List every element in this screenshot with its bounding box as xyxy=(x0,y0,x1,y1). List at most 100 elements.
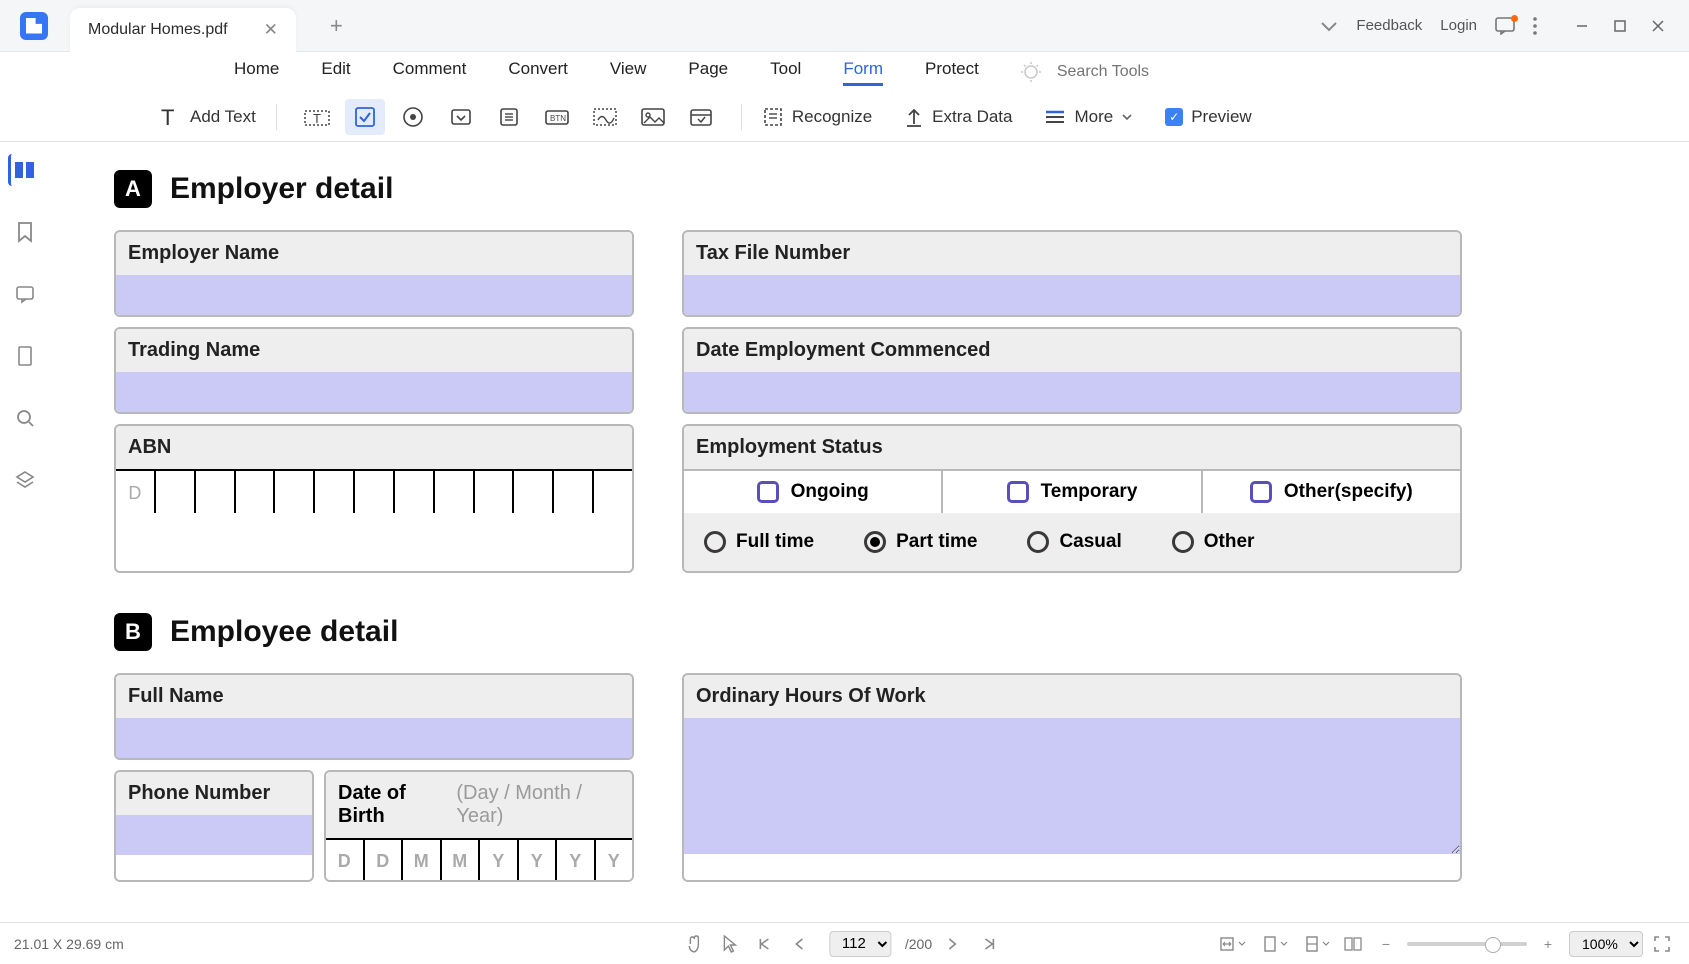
tax-file-label: Tax File Number xyxy=(684,232,1460,275)
abn-cell[interactable] xyxy=(594,471,632,513)
signature-tool[interactable] xyxy=(585,99,625,135)
text-field-tool[interactable]: T xyxy=(297,99,337,135)
time-option[interactable]: Other xyxy=(1172,531,1255,553)
status-option[interactable]: Temporary xyxy=(943,471,1202,513)
time-option[interactable]: Full time xyxy=(704,531,814,553)
abn-cell[interactable] xyxy=(196,471,236,513)
prev-page-icon[interactable] xyxy=(793,937,815,951)
select-tool-icon[interactable] xyxy=(721,934,743,954)
maximize-button[interactable] xyxy=(1603,12,1637,40)
close-button[interactable] xyxy=(1641,12,1675,40)
date-tool[interactable] xyxy=(681,99,721,135)
abn-cell[interactable] xyxy=(514,471,554,513)
abn-label: ABN xyxy=(116,426,632,469)
login-link[interactable]: Login xyxy=(1440,17,1477,34)
date-commenced-input[interactable] xyxy=(684,372,1460,412)
time-option[interactable]: Casual xyxy=(1027,531,1121,553)
abn-cell[interactable] xyxy=(435,471,475,513)
dropdown-tool[interactable] xyxy=(441,99,481,135)
abn-cell[interactable] xyxy=(156,471,196,513)
fit-page-icon[interactable] xyxy=(1259,932,1291,956)
add-text-button[interactable]: T Add Text xyxy=(158,105,256,129)
search-tools-input[interactable] xyxy=(1057,63,1237,81)
dob-cell[interactable]: Y xyxy=(557,840,596,880)
ordinary-hours-input[interactable] xyxy=(684,718,1460,854)
abn-cell[interactable]: D xyxy=(116,471,156,513)
minimize-button[interactable] xyxy=(1565,12,1599,40)
search-icon[interactable] xyxy=(9,402,41,434)
message-icon[interactable] xyxy=(1495,17,1515,35)
menu-item-tool[interactable]: Tool xyxy=(770,59,801,86)
abn-cell[interactable] xyxy=(355,471,395,513)
dob-cell[interactable]: Y xyxy=(480,840,519,880)
abn-cell[interactable] xyxy=(315,471,355,513)
two-page-icon[interactable] xyxy=(1343,936,1365,952)
listbox-tool[interactable] xyxy=(489,99,529,135)
abn-cell[interactable] xyxy=(395,471,435,513)
comment-icon[interactable] xyxy=(9,278,41,310)
abn-cell[interactable] xyxy=(554,471,594,513)
document-tab[interactable]: Modular Homes.pdf ✕ xyxy=(70,8,296,52)
fit-width-icon[interactable] xyxy=(1215,932,1249,956)
thumbnails-icon[interactable] xyxy=(8,154,40,186)
status-option[interactable]: Ongoing xyxy=(684,471,943,513)
layers-icon[interactable] xyxy=(9,464,41,496)
attachment-icon[interactable] xyxy=(9,340,41,372)
menu-item-comment[interactable]: Comment xyxy=(393,59,467,86)
last-page-icon[interactable] xyxy=(982,937,1004,951)
extra-data-button[interactable]: Extra Data xyxy=(904,106,1012,128)
status-option[interactable]: Other(specify) xyxy=(1203,471,1460,513)
page-number-input[interactable]: 112 xyxy=(829,931,891,957)
phone-input[interactable] xyxy=(116,815,312,855)
menu-item-page[interactable]: Page xyxy=(688,59,728,86)
svg-text:T: T xyxy=(313,111,321,126)
kebab-menu-icon[interactable] xyxy=(1533,17,1537,35)
dob-cell[interactable]: D xyxy=(326,840,365,880)
dob-cell[interactable]: M xyxy=(403,840,442,880)
menu-item-convert[interactable]: Convert xyxy=(508,59,568,86)
time-option[interactable]: Part time xyxy=(864,531,977,553)
abn-cell[interactable] xyxy=(275,471,315,513)
dob-cell[interactable]: Y xyxy=(519,840,558,880)
abn-cell[interactable] xyxy=(236,471,276,513)
feedback-link[interactable]: Feedback xyxy=(1356,17,1422,34)
app-logo[interactable] xyxy=(20,12,48,40)
first-page-icon[interactable] xyxy=(757,937,779,951)
scroll-mode-icon[interactable] xyxy=(1301,932,1333,956)
dob-cell[interactable]: D xyxy=(365,840,404,880)
menu-item-form[interactable]: Form xyxy=(843,59,883,86)
document-area[interactable]: A Employer detail Employer Name Tax File… xyxy=(60,150,1669,916)
add-text-label: Add Text xyxy=(190,107,256,127)
menu-item-protect[interactable]: Protect xyxy=(925,59,979,86)
trading-name-input[interactable] xyxy=(116,372,632,412)
tax-file-input[interactable] xyxy=(684,275,1460,315)
radio-tool[interactable] xyxy=(393,99,433,135)
full-name-input[interactable] xyxy=(116,718,632,758)
zoom-out-icon[interactable]: − xyxy=(1375,936,1397,952)
menu-item-edit[interactable]: Edit xyxy=(321,59,350,86)
dropdown-icon[interactable] xyxy=(1320,20,1338,32)
checkbox-tool[interactable] xyxy=(345,99,385,135)
bookmark-icon[interactable] xyxy=(9,216,41,248)
dob-cell[interactable]: Y xyxy=(596,840,633,880)
dob-cell[interactable]: M xyxy=(442,840,481,880)
hand-tool-icon[interactable] xyxy=(685,934,707,954)
menu-item-home[interactable]: Home xyxy=(234,59,279,86)
more-button[interactable]: More xyxy=(1044,107,1133,127)
zoom-slider[interactable] xyxy=(1407,942,1527,946)
new-tab-button[interactable]: + xyxy=(330,13,343,39)
idea-icon[interactable] xyxy=(1019,60,1043,84)
button-tool[interactable]: BTN xyxy=(537,99,577,135)
menu-item-view[interactable]: View xyxy=(610,59,647,86)
fullscreen-icon[interactable] xyxy=(1653,935,1675,953)
zoom-select[interactable]: 100% xyxy=(1569,931,1643,957)
next-page-icon[interactable] xyxy=(946,937,968,951)
preview-toggle[interactable]: ✓ Preview xyxy=(1165,107,1251,127)
abn-cell[interactable] xyxy=(475,471,515,513)
zoom-in-icon[interactable]: + xyxy=(1537,936,1559,952)
image-tool[interactable] xyxy=(633,99,673,135)
recognize-button[interactable]: Recognize xyxy=(762,106,872,128)
tab-close-icon[interactable]: ✕ xyxy=(264,20,278,40)
titlebar-right: Feedback Login xyxy=(1320,12,1689,40)
employer-name-input[interactable] xyxy=(116,275,632,315)
